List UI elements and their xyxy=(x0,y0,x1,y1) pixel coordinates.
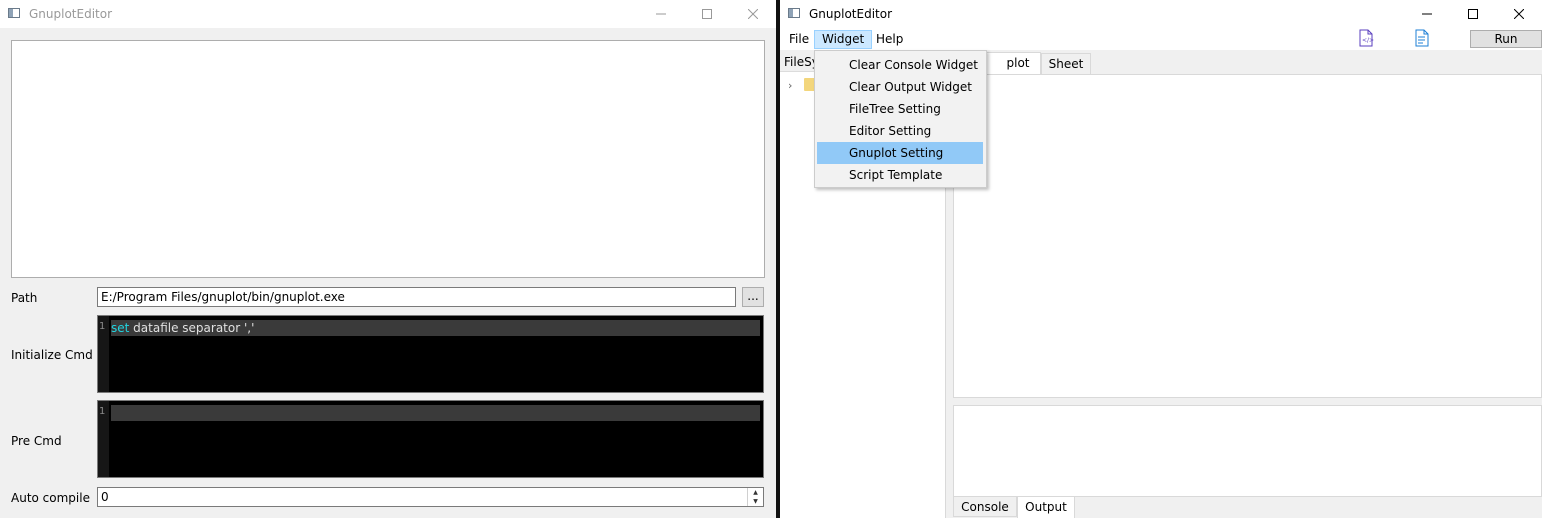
path-input[interactable]: E:/Program Files/gnuplot/bin/gnuplot.exe xyxy=(97,287,736,307)
tab-output[interactable]: Output xyxy=(1017,497,1075,518)
maximize-icon xyxy=(1468,9,1478,19)
line-gutter: 1 xyxy=(98,401,109,477)
spinbox-value: 0 xyxy=(101,490,109,504)
line-gutter: 1 xyxy=(98,316,109,392)
menu-file[interactable]: File xyxy=(782,30,816,49)
tab-sheet[interactable]: Sheet xyxy=(1041,53,1091,74)
menu-item-editor-setting[interactable]: Editor Setting xyxy=(817,120,983,142)
menu-item-clear-console[interactable]: Clear Console Widget xyxy=(817,54,983,76)
close-button[interactable] xyxy=(1496,0,1542,28)
initialize-cmd-editor[interactable]: 1 set datafile separator ',' xyxy=(97,315,764,393)
maximize-button[interactable] xyxy=(1450,0,1496,28)
minimize-button[interactable] xyxy=(1404,0,1450,28)
settings-window: GnuplotEditor Path E:/Program Files/gnup… xyxy=(0,0,776,518)
pre-cmd-label: Pre Cmd xyxy=(11,434,62,448)
initialize-cmd-label: Initialize Cmd xyxy=(11,348,93,362)
app-window-icon xyxy=(788,8,800,18)
menu-widget[interactable]: Widget xyxy=(814,30,873,49)
app-window-icon xyxy=(8,8,20,18)
close-icon xyxy=(748,9,758,19)
maximize-icon xyxy=(702,9,712,19)
chevron-right-icon[interactable]: › xyxy=(788,79,792,92)
tab-console[interactable]: Console xyxy=(953,497,1017,517)
close-icon xyxy=(1514,9,1524,19)
pre-cmd-editor[interactable]: 1 xyxy=(97,400,764,478)
editor-tab-bar: plot Sheet xyxy=(950,52,1542,75)
svg-text:</>: </> xyxy=(1362,37,1374,44)
maximize-button[interactable] xyxy=(684,0,730,28)
title-bar: GnuplotEditor xyxy=(0,0,776,28)
title-bar: GnuplotEditor xyxy=(780,0,1542,28)
spin-down-icon[interactable]: ▼ xyxy=(748,497,763,506)
menu-item-script-template[interactable]: Script Template xyxy=(817,164,983,186)
main-window: GnuplotEditor File Widget Help </> Run F… xyxy=(780,0,1542,518)
menu-help[interactable]: Help xyxy=(869,30,910,49)
minimize-icon xyxy=(656,13,666,15)
code-text: datafile separator ',' xyxy=(129,321,255,335)
auto-compile-label: Auto compile xyxy=(11,491,90,505)
code-keyword: set xyxy=(111,321,130,335)
menu-item-filetree-setting[interactable]: FileTree Setting xyxy=(817,98,983,120)
run-button[interactable]: Run xyxy=(1470,30,1542,48)
preview-area xyxy=(11,40,765,278)
menu-item-gnuplot-setting[interactable]: Gnuplot Setting xyxy=(817,142,983,164)
tab-gnuplot[interactable]: plot xyxy=(983,52,1041,75)
text-file-icon[interactable] xyxy=(1414,29,1430,47)
window-title: GnuplotEditor xyxy=(29,7,113,21)
spin-up-icon[interactable]: ▲ xyxy=(748,488,763,497)
minimize-button[interactable] xyxy=(638,0,684,28)
path-label: Path xyxy=(11,291,38,305)
bottom-tab-bar: Console Output xyxy=(953,497,1542,518)
spinbox-buttons[interactable]: ▲ ▼ xyxy=(747,488,763,506)
output-area[interactable] xyxy=(953,405,1542,497)
line-number: 1 xyxy=(99,321,106,332)
browse-button[interactable]: ... xyxy=(742,287,764,307)
window-title: GnuplotEditor xyxy=(809,7,893,21)
auto-compile-spinbox[interactable]: 0 ▲ ▼ xyxy=(97,487,764,507)
widget-menu-dropdown: Clear Console Widget Clear Output Widget… xyxy=(814,50,987,188)
script-file-icon[interactable]: </> xyxy=(1358,29,1374,47)
editor-area[interactable] xyxy=(953,74,1542,398)
menu-item-clear-output[interactable]: Clear Output Widget xyxy=(817,76,983,98)
close-button[interactable] xyxy=(730,0,776,28)
minimize-icon xyxy=(1422,13,1432,15)
code-line xyxy=(111,405,760,421)
code-line: set datafile separator ',' xyxy=(111,320,760,336)
line-number: 1 xyxy=(99,406,106,417)
